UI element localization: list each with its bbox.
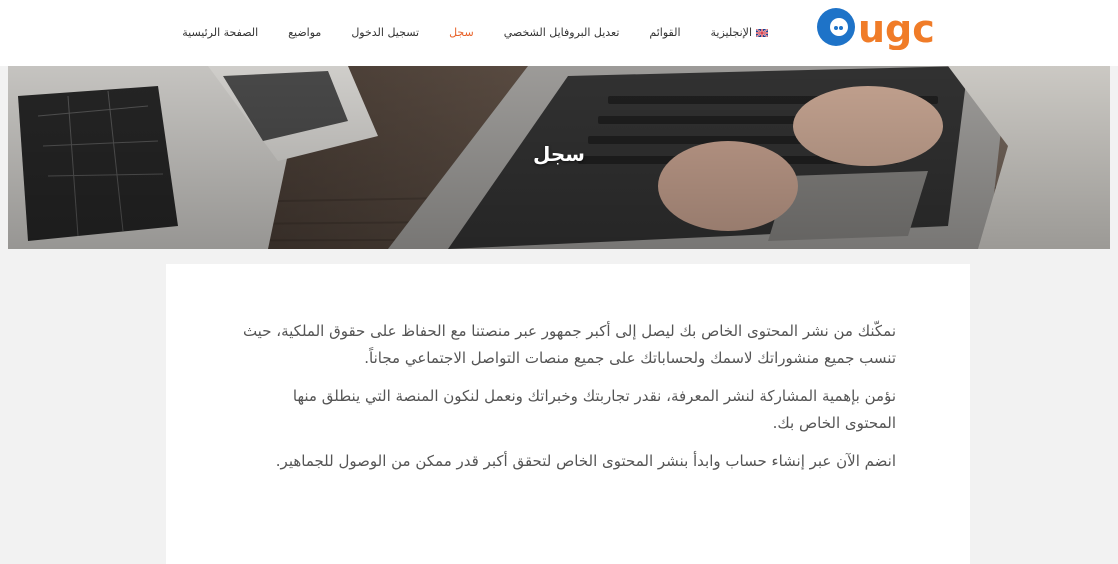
intro-paragraph-2: نؤمن بإهمية المشاركة لنشر المعرفة، نقدر … xyxy=(292,387,896,432)
site-logo[interactable]: ugc xyxy=(812,4,964,50)
site-header: ugc الصفحة الرئيسية مواضيع تسجيل الدخول … xyxy=(0,0,1118,66)
nav-edit-profile[interactable]: تعديل البروفايل الشخصي xyxy=(504,26,620,40)
nav-register[interactable]: سجل xyxy=(449,26,474,40)
intro-paragraph-3: انضم الآن عبر إنشاء حساب وابدأ بنشر المح… xyxy=(275,452,896,470)
nav-home[interactable]: الصفحة الرئيسية xyxy=(182,26,258,40)
main-nav: الصفحة الرئيسية مواضيع تسجيل الدخول سجل … xyxy=(182,26,768,40)
nav-english[interactable]: الإنجليزية xyxy=(711,26,768,40)
hero-banner: سجل xyxy=(8,66,1110,249)
nav-login[interactable]: تسجيل الدخول xyxy=(351,26,419,40)
intro-paragraph-1: نمكّنك من نشر المحتوى الخاص بك ليصل إلى … xyxy=(242,322,896,367)
logo-text: ugc xyxy=(858,7,935,50)
nav-topics[interactable]: مواضيع xyxy=(288,26,321,40)
uk-flag-icon xyxy=(756,29,768,37)
nav-menus[interactable]: القوائم xyxy=(649,26,680,40)
content-text: نمكّنك من نشر المحتوى الخاص بك ليصل إلى … xyxy=(240,318,896,486)
content-card: نمكّنك من نشر المحتوى الخاص بك ليصل إلى … xyxy=(166,264,970,564)
page-title: سجل xyxy=(533,142,585,166)
